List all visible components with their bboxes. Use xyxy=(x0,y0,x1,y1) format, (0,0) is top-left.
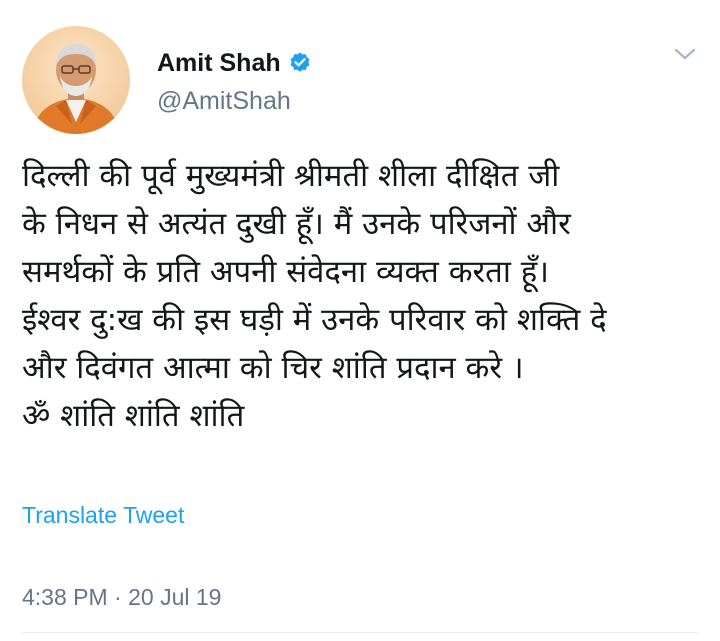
tweet-text-line: दिल्ली की पूर्व मुख्यमंत्री श्रीमती शीला… xyxy=(22,158,560,194)
chevron-down-icon xyxy=(674,48,696,60)
avatar[interactable] xyxy=(22,26,130,134)
tweet-text-line: ईश्वर दु:ख की इस घड़ी में उनके परिवार को… xyxy=(22,302,607,338)
translate-tweet-link[interactable]: Translate Tweet xyxy=(22,500,184,530)
tweet-timestamp[interactable]: 4:38 PM · 20 Jul 19 xyxy=(22,582,221,612)
tweet-text: दिल्ली की पूर्व मुख्यमंत्री श्रीमती शीला… xyxy=(22,152,702,440)
profile-photo-icon xyxy=(22,26,130,134)
tweet-text-line: के निधन से अत्यंत दुखी हूँ। मैं उनके परि… xyxy=(22,206,571,242)
display-name[interactable]: Amit Shah xyxy=(157,48,312,78)
tweet-card: Amit Shah @AmitShah दिल्ली की पूर्व मुख्… xyxy=(0,0,720,641)
tweet-text-line: समर्थकों के प्रति अपनी संवेदना व्यक्त कर… xyxy=(22,254,549,290)
verified-badge-icon xyxy=(288,51,312,75)
divider xyxy=(22,632,698,633)
tweet-text-line: और दिवंगत आत्मा को चिर शांति प्रदान करे … xyxy=(22,350,524,386)
user-handle[interactable]: @AmitShah xyxy=(157,86,291,116)
tweet-text-line: ॐ शांति शांति शांति xyxy=(22,398,245,434)
tweet-menu-button[interactable] xyxy=(672,44,698,64)
display-name-text[interactable]: Amit Shah xyxy=(157,48,281,78)
